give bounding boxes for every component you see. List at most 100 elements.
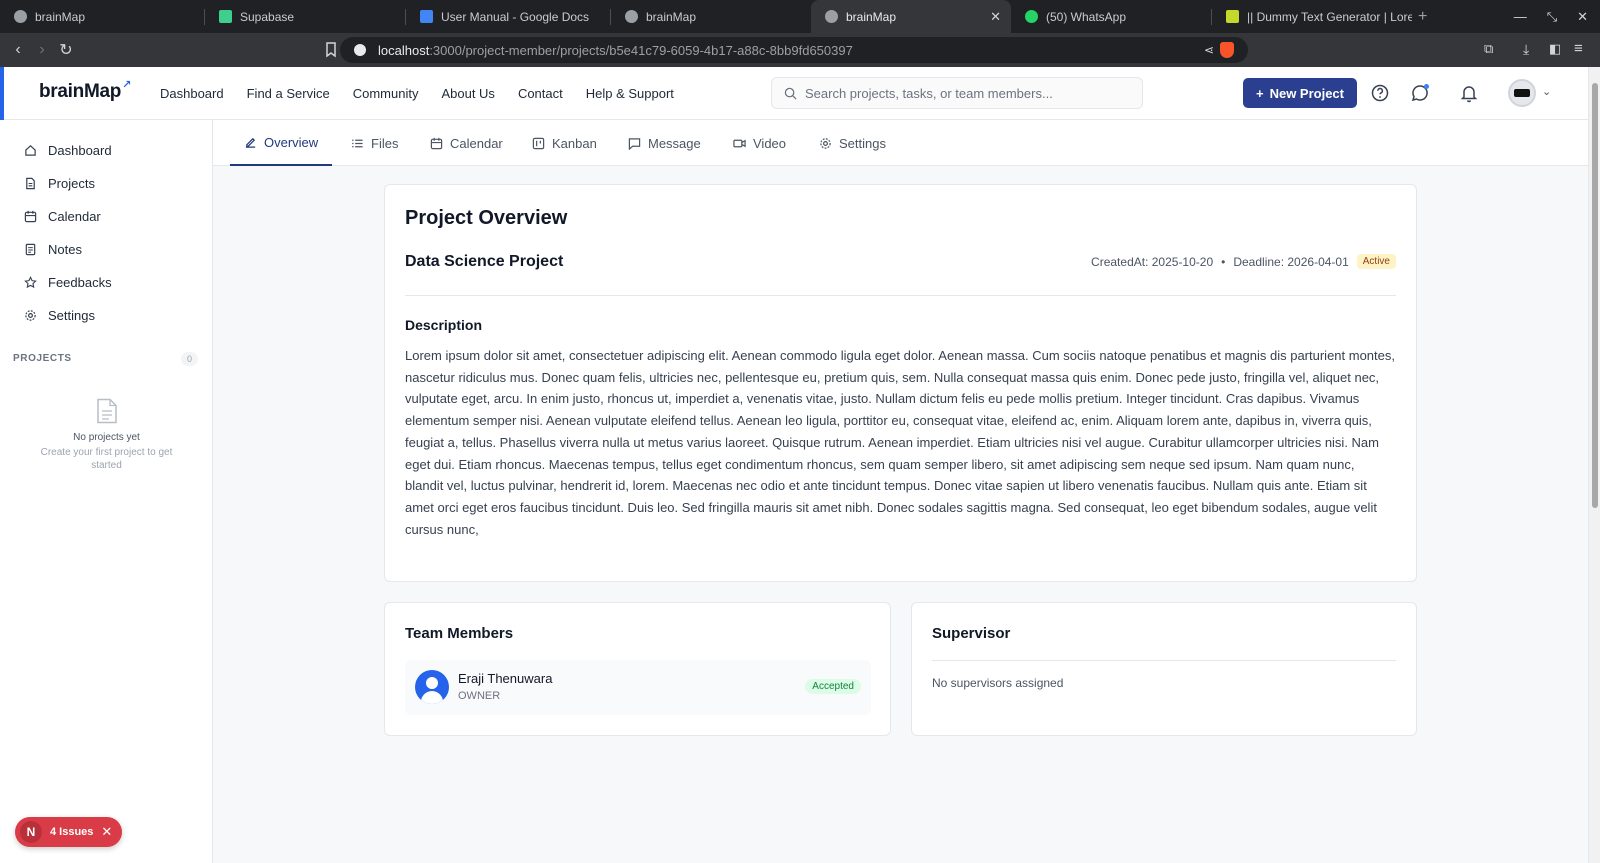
user-avatar[interactable] xyxy=(1508,79,1536,107)
edit-icon xyxy=(245,137,256,148)
new-project-button[interactable]: + New Project xyxy=(1243,78,1357,108)
chat-icon[interactable] xyxy=(1410,83,1430,103)
forward-icon[interactable]: › xyxy=(30,41,54,59)
reload-icon[interactable]: ↻ xyxy=(54,40,78,60)
search-icon xyxy=(784,87,797,100)
divider xyxy=(932,660,1396,661)
nav-contact[interactable]: Contact xyxy=(518,86,563,101)
bell-icon[interactable] xyxy=(1459,83,1479,103)
nav-about-us[interactable]: About Us xyxy=(441,86,494,101)
sidebar-item-projects[interactable]: Projects xyxy=(24,173,95,193)
close-icon[interactable]: ✕ xyxy=(101,824,112,840)
plus-icon: + xyxy=(1255,85,1264,101)
page-scrollbar[interactable] xyxy=(1588,67,1600,863)
nav-community[interactable]: Community xyxy=(353,86,419,101)
browser-tab-active[interactable]: brainMap ✕ xyxy=(811,0,1011,33)
bookmark-icon[interactable] xyxy=(325,42,337,58)
browser-tab[interactable]: User Manual - Google Docs xyxy=(406,0,610,33)
browser-toolbar: ‹ › ↻ localhost:3000/project-member/proj… xyxy=(0,33,1600,67)
team-members-card: Team Members Eraji Thenuwara OWNER Accep… xyxy=(384,602,891,736)
browser-tab[interactable]: brainMap xyxy=(0,0,204,33)
team-members-heading: Team Members xyxy=(405,625,514,642)
dummy-text-icon xyxy=(1226,10,1239,23)
star-icon xyxy=(24,275,37,288)
gear-icon xyxy=(820,137,831,149)
browser-tab[interactable]: brainMap xyxy=(611,0,811,33)
browser-tab[interactable]: Supabase xyxy=(205,0,405,33)
dev-issues-badge[interactable]: N 4 Issues ✕ xyxy=(15,817,122,847)
sidebar-item-notes[interactable]: Notes xyxy=(24,239,82,259)
tab-search-icon[interactable]: ⧉ xyxy=(1484,41,1493,57)
projects-heading: PROJECTS xyxy=(13,353,72,364)
description-text: Lorem ipsum dolor sit amet, consectetuer… xyxy=(405,348,1395,537)
whatsapp-icon xyxy=(1025,10,1038,23)
status-badge: Active xyxy=(1356,254,1396,269)
browser-tab[interactable]: (50) WhatsApp xyxy=(1011,0,1211,33)
sidebar-item-dashboard[interactable]: Dashboard xyxy=(24,140,112,160)
empty-projects-subtitle: Create your first project to get started xyxy=(40,447,173,471)
globe-icon xyxy=(14,10,27,23)
member-role: OWNER xyxy=(458,690,501,702)
url-bar[interactable]: localhost:3000/project-member/projects/b… xyxy=(340,37,1248,63)
description-heading: Description xyxy=(405,317,483,333)
member-status-badge: Accepted xyxy=(805,679,861,694)
home-icon xyxy=(25,144,36,156)
tab-files[interactable]: Files xyxy=(351,120,398,166)
scrollbar-thumb[interactable] xyxy=(1592,83,1598,508)
search-box xyxy=(771,77,1143,109)
gear-icon xyxy=(25,309,36,321)
nav-find-a-service[interactable]: Find a Service xyxy=(247,86,330,101)
member-name: Eraji Thenuwara xyxy=(458,671,553,686)
menu-icon[interactable]: ≡ xyxy=(1574,40,1583,57)
accent-strip xyxy=(0,67,4,120)
help-icon[interactable] xyxy=(1370,83,1390,103)
search-input[interactable] xyxy=(805,85,1125,101)
minimize-icon[interactable]: — xyxy=(1514,9,1527,24)
divider xyxy=(405,295,1396,296)
tab-calendar[interactable]: Calendar xyxy=(430,120,503,166)
project-name: Data Science Project xyxy=(405,253,564,270)
empty-projects-title: No projects yet xyxy=(73,432,140,443)
tab-message[interactable]: Message xyxy=(628,120,701,166)
created-date: CreatedAt: 2025-10-20 xyxy=(1091,254,1214,269)
sidebar-item-calendar[interactable]: Calendar xyxy=(24,206,101,226)
brand-logo[interactable]: brainMap ↗ xyxy=(39,79,131,103)
share-icon[interactable]: ⋖ xyxy=(1204,43,1214,57)
restore-icon[interactable]: ⤡ xyxy=(1547,9,1557,25)
calendar-icon xyxy=(430,137,443,149)
sidebar-toggle-icon[interactable]: ◧ xyxy=(1549,41,1561,57)
nav-dashboard[interactable]: Dashboard xyxy=(160,86,224,101)
supervisor-card: Supervisor No supervisors assigned xyxy=(911,602,1417,736)
sidebar: Dashboard Projects Calendar Notes Feedba… xyxy=(0,120,213,863)
new-tab-icon[interactable]: + xyxy=(1418,8,1427,26)
google-docs-icon xyxy=(420,10,433,23)
sidebar-item-settings[interactable]: Settings xyxy=(24,305,95,325)
nav-help-support[interactable]: Help & Support xyxy=(586,86,674,101)
supervisor-heading: Supervisor xyxy=(932,625,1011,642)
next-logo-icon: N xyxy=(20,821,42,843)
browser-tab[interactable]: || Dummy Text Generator | Lore xyxy=(1212,0,1412,33)
close-window-icon[interactable]: ✕ xyxy=(1577,9,1588,25)
tab-kanban[interactable]: Kanban xyxy=(532,120,597,166)
chevron-down-icon[interactable]: ⌄ xyxy=(1542,85,1551,98)
no-supervisors-text: No supervisors assigned xyxy=(932,676,1064,690)
file-icon xyxy=(26,177,35,189)
tab-overview[interactable]: Overview xyxy=(230,120,333,166)
project-meta: CreatedAt: 2025-10-20 • Deadline: 2026-0… xyxy=(1091,254,1396,269)
close-tab-icon[interactable]: ✕ xyxy=(990,9,1001,25)
tab-video[interactable]: Video xyxy=(733,120,786,166)
tab-settings[interactable]: Settings xyxy=(819,120,886,166)
kanban-icon xyxy=(532,137,545,149)
app-header: brainMap ↗ Dashboard Find a Service Commu… xyxy=(0,67,1588,120)
download-icon[interactable]: ⤓ xyxy=(1523,41,1529,58)
browser-tab-strip: brainMap Supabase User Manual - Google D… xyxy=(0,0,1600,33)
sidebar-item-feedbacks[interactable]: Feedbacks xyxy=(24,272,112,292)
back-icon[interactable]: ‹ xyxy=(6,41,30,59)
team-member-row[interactable]: Eraji Thenuwara OWNER Accepted xyxy=(405,660,871,715)
calendar-icon xyxy=(24,210,37,222)
user-avatar-icon xyxy=(415,670,449,704)
site-info-icon[interactable] xyxy=(354,44,366,56)
video-icon xyxy=(733,139,746,147)
projects-count-badge: 0 xyxy=(181,352,198,366)
brave-shield-icon[interactable] xyxy=(1220,42,1234,58)
